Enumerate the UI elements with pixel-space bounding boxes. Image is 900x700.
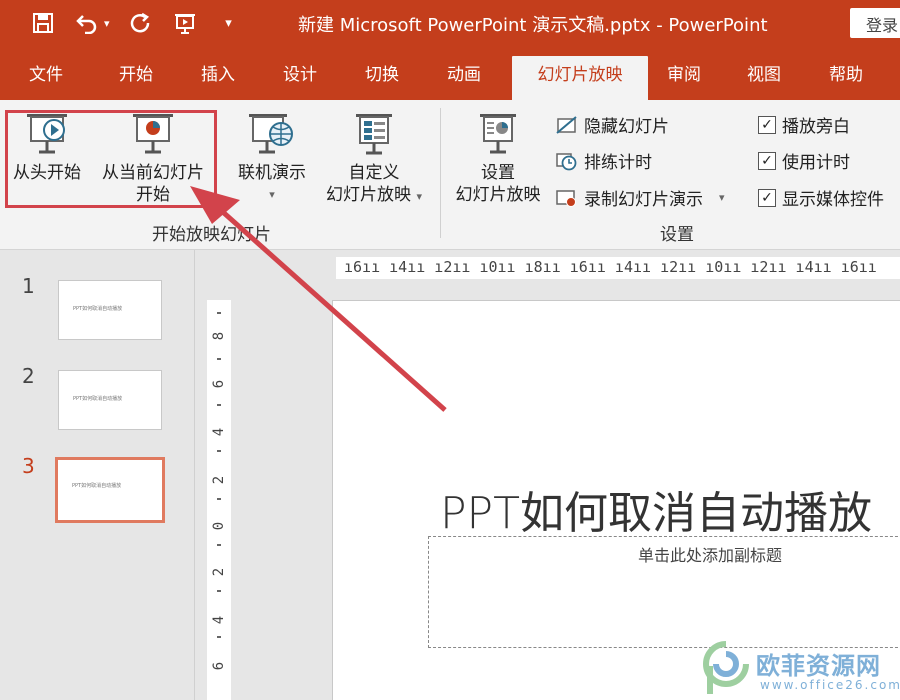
show-media-controls-label: 显示媒体控件	[782, 190, 884, 210]
group-label-start-slideshow: 开始放映幻灯片	[152, 225, 271, 245]
ruler-tick	[217, 590, 221, 592]
slide-number: 2	[22, 364, 35, 388]
tab-slide-show[interactable]: 幻灯片放映	[512, 56, 648, 100]
tab-transitions[interactable]: 切换	[350, 50, 414, 100]
hide-slide-icon	[556, 115, 577, 134]
slide-title[interactable]: PPT如何取消自动播放	[440, 477, 872, 541]
start-slideshow-icon[interactable]	[172, 8, 198, 38]
hide-slide-button[interactable]: 隐藏幻灯片	[556, 112, 669, 137]
online-present-label: 联机演示	[238, 163, 306, 183]
custom-show-label-line1: 自定义	[348, 163, 400, 183]
vertical-ruler-label: 2	[211, 567, 227, 577]
rehearse-timings-button[interactable]: 排练计时	[556, 148, 652, 173]
record-slide-show-button[interactable]: 录制幻灯片演示 ▾	[556, 185, 725, 210]
use-timings-label: 使用计时	[782, 153, 850, 173]
annotation-highlight-box	[5, 110, 217, 208]
subtitle-placeholder-text: 单击此处添加副标题	[638, 546, 783, 565]
group-label-setup: 设置	[660, 225, 694, 245]
thumbnail-title: PPT如何取消自动播放	[72, 483, 122, 489]
vertical-ruler-label: 4	[211, 615, 227, 625]
office26-logo-icon	[703, 641, 749, 694]
slide-thumbnail-pane: 1 PPT如何取消自动播放 2 PPT如何取消自动播放 3 PPT如何取消自动播…	[0, 250, 195, 700]
record-icon	[556, 189, 576, 207]
ruler-tick	[217, 636, 221, 638]
group-separator	[440, 108, 441, 238]
ruler-tick	[217, 358, 221, 360]
vertical-ruler-label: 6	[211, 661, 227, 671]
tab-view[interactable]: 视图	[732, 50, 796, 100]
setup-show-label-line2: 幻灯片放映	[455, 185, 541, 205]
quick-access-toolbar: ▾ ▾	[30, 8, 242, 38]
redo-icon[interactable]	[128, 8, 154, 38]
vertical-ruler[interactable]: 8 6 4 2 0 2 4 6	[207, 300, 231, 700]
watermark-url: www.office26.com	[760, 678, 900, 692]
setup-show-icon	[480, 114, 516, 154]
custom-slide-show-button[interactable]: 自定义 幻灯片放映 ▾	[316, 110, 432, 208]
rehearse-timings-label: 排练计时	[584, 153, 652, 173]
play-narrations-check[interactable]: ✓	[758, 115, 776, 134]
custom-show-dropdown-icon[interactable]: ▾	[416, 190, 422, 203]
tab-animations[interactable]: 动画	[432, 50, 496, 100]
vertical-ruler-label: 6	[211, 379, 227, 389]
show-media-controls-check[interactable]: ✓	[758, 188, 776, 207]
login-button[interactable]: 登录	[850, 8, 900, 38]
thumbnail-title: PPT如何取消自动播放	[73, 306, 123, 312]
hide-slide-label: 隐藏幻灯片	[584, 117, 669, 137]
slide-thumbnail[interactable]: PPT如何取消自动播放	[58, 280, 162, 340]
slide-thumbnail-active[interactable]: PPT如何取消自动播放	[55, 457, 165, 523]
tab-design[interactable]: 设计	[268, 50, 332, 100]
vertical-ruler-label: 2	[211, 475, 227, 485]
ruler-tick	[217, 544, 221, 546]
ruler-tick	[217, 404, 221, 406]
use-timings-check[interactable]: ✓	[758, 151, 776, 170]
show-media-controls-checkbox[interactable]: ✓ 显示媒体控件	[758, 185, 884, 210]
thumbnail-title: PPT如何取消自动播放	[73, 396, 123, 402]
slide-number-active: 3	[22, 454, 35, 478]
watermark-name: 欧菲资源网	[756, 652, 881, 680]
record-dropdown-icon[interactable]: ▾	[719, 191, 725, 204]
use-timings-checkbox[interactable]: ✓ 使用计时	[758, 148, 850, 173]
tab-insert[interactable]: 插入	[186, 50, 250, 100]
tab-review[interactable]: 审阅	[652, 50, 716, 100]
watermark: 欧菲资源网 www.office26.com	[690, 640, 900, 700]
online-present-dropdown-icon[interactable]: ▾	[226, 184, 318, 206]
ruler-tick	[217, 498, 221, 500]
undo-dropdown-icon[interactable]: ▾	[104, 17, 110, 30]
online-present-button[interactable]: 联机演示 ▾	[226, 110, 318, 206]
ruler-tick	[217, 312, 221, 314]
custom-show-icon	[356, 114, 392, 155]
custom-show-label-line2: 幻灯片放映	[326, 185, 412, 205]
setup-slide-show-button[interactable]: 设置 幻灯片放映	[446, 110, 550, 206]
save-icon[interactable]	[30, 8, 56, 38]
ribbon-tabs: 文件 开始 插入 设计 切换 动画 幻灯片放映 审阅 视图 帮助	[0, 50, 900, 100]
vertical-ruler-label: 4	[211, 427, 227, 437]
play-narrations-label: 播放旁白	[782, 117, 850, 137]
setup-show-label-line1: 设置	[481, 163, 515, 183]
ruler-tick	[217, 450, 221, 452]
vertical-ruler-label: 0	[211, 521, 227, 531]
tab-file[interactable]: 文件	[14, 50, 78, 100]
window-title: 新建 Microsoft PowerPoint 演示文稿.pptx - Powe…	[298, 15, 768, 36]
record-slide-show-label: 录制幻灯片演示	[584, 190, 703, 210]
tab-help[interactable]: 帮助	[814, 50, 878, 100]
undo-icon[interactable]	[74, 8, 100, 38]
present-online-icon	[249, 114, 293, 154]
tab-home[interactable]: 开始	[104, 50, 168, 100]
customize-qat-icon[interactable]: ▾	[216, 8, 242, 38]
vertical-ruler-label: 8	[211, 331, 227, 341]
stopwatch-icon	[556, 152, 577, 170]
horizontal-ruler[interactable]: ı6ıı ı4ıı ı2ıı ı0ıı ı8ıı ı6ıı ı4ıı ı2ıı …	[336, 257, 900, 279]
slide-thumbnail[interactable]: PPT如何取消自动播放	[58, 370, 162, 430]
play-narrations-checkbox[interactable]: ✓ 播放旁白	[758, 112, 850, 137]
title-bar: ▾ ▾ 新建 Microsoft PowerPoint 演示文稿.pptx - …	[0, 0, 900, 50]
slide-number: 1	[22, 274, 35, 298]
